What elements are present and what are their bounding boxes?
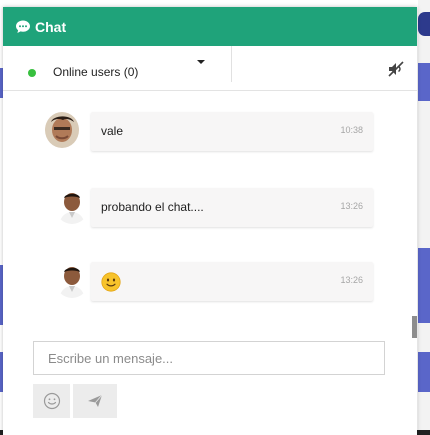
page-side-bar	[418, 352, 430, 392]
message-bubble: vale 10:38	[91, 112, 373, 151]
chat-header[interactable]: Chat	[3, 7, 417, 46]
send-button[interactable]	[73, 384, 117, 418]
message-row: vale 10:38	[3, 112, 417, 152]
message-time: 10:38	[340, 125, 363, 135]
paper-plane-icon	[88, 394, 103, 407]
smiley-icon	[43, 392, 60, 410]
message-bubble: probando el chat.... 13:26	[91, 188, 373, 227]
divider	[231, 46, 232, 82]
mute-icon[interactable]	[386, 59, 406, 79]
message-time: 13:26	[340, 275, 363, 285]
chat-bubble-icon	[16, 20, 30, 33]
avatar	[55, 188, 89, 224]
online-status-dot	[28, 69, 36, 77]
avatar	[45, 112, 79, 148]
page-side-bar	[418, 63, 430, 101]
message-bubble: 13:26	[91, 262, 373, 301]
online-users-bar: Online users (0)	[3, 46, 417, 91]
message-row: probando el chat.... 13:26	[3, 188, 417, 228]
message-text: vale	[101, 124, 124, 138]
message-list[interactable]: vale 10:38 probando el chat.... 13:26 13…	[3, 90, 417, 337]
message-text: probando el chat....	[101, 200, 204, 214]
slightly-smiling-face-icon	[101, 272, 121, 292]
chat-widget: Chat Online users (0) vale 10:38 proband…	[3, 7, 417, 435]
avatar	[55, 262, 89, 298]
online-users-label[interactable]: Online users (0)	[53, 65, 138, 79]
message-row: 13:26	[3, 262, 417, 302]
chevron-down-icon[interactable]	[197, 60, 205, 64]
message-time: 13:26	[340, 201, 363, 211]
page-badge	[418, 12, 430, 36]
emoji-button[interactable]	[33, 384, 70, 418]
scrollbar[interactable]	[412, 316, 417, 338]
message-input-box[interactable]	[33, 341, 385, 375]
page-side-bar	[418, 248, 430, 323]
chat-title: Chat	[35, 18, 67, 35]
message-input[interactable]	[34, 342, 384, 374]
